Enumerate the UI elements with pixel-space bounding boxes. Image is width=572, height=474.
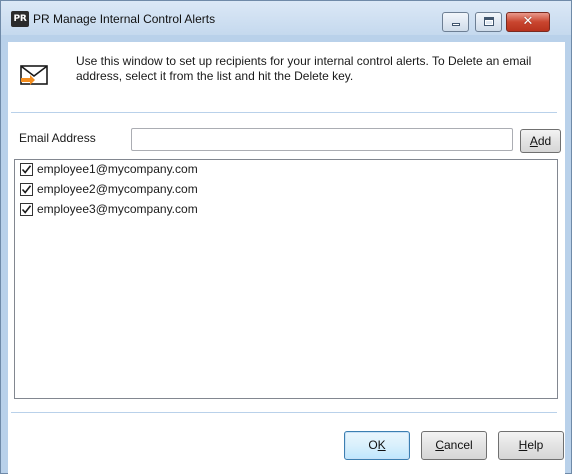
close-icon: ✕ — [522, 14, 534, 29]
checkmark-icon — [21, 185, 32, 194]
separator-top — [11, 112, 557, 113]
checkmark-icon — [21, 165, 32, 174]
title-bar[interactable]: PR PR Manage Internal Control Alerts ✕ — [1, 1, 571, 35]
add-button[interactable]: Add — [520, 129, 561, 153]
info-message: Use this window to set up recipients for… — [76, 54, 532, 83]
help-button[interactable]: Help — [498, 431, 564, 460]
ok-button[interactable]: OK — [344, 431, 410, 460]
close-button[interactable]: ✕ — [506, 12, 550, 32]
maximize-icon — [484, 17, 494, 26]
email-address-label: Email Address — [19, 131, 96, 145]
recipient-list[interactable]: employee1@mycompany.com employee2@mycomp… — [14, 159, 558, 399]
pr-app-icon[interactable]: PR — [11, 11, 29, 27]
maximize-button[interactable] — [475, 12, 502, 32]
recipient-email: employee2@mycompany.com — [37, 182, 198, 196]
checkbox[interactable] — [20, 163, 33, 176]
window-title: PR Manage Internal Control Alerts — [33, 12, 216, 26]
email-address-input[interactable] — [131, 128, 513, 151]
checkmark-icon — [21, 205, 32, 214]
dialog-body: Use this window to set up recipients for… — [8, 42, 565, 474]
dialog-window: PR PR Manage Internal Control Alerts ✕ U… — [0, 0, 572, 474]
recipient-email: employee1@mycompany.com — [37, 162, 198, 176]
envelope-icon — [20, 65, 48, 85]
checkbox[interactable] — [20, 183, 33, 196]
separator-bottom — [11, 412, 557, 413]
cancel-button[interactable]: Cancel — [421, 431, 487, 460]
checkbox[interactable] — [20, 203, 33, 216]
recipient-email: employee3@mycompany.com — [37, 202, 198, 216]
minimize-button[interactable] — [442, 12, 469, 32]
minimize-icon — [452, 23, 460, 26]
